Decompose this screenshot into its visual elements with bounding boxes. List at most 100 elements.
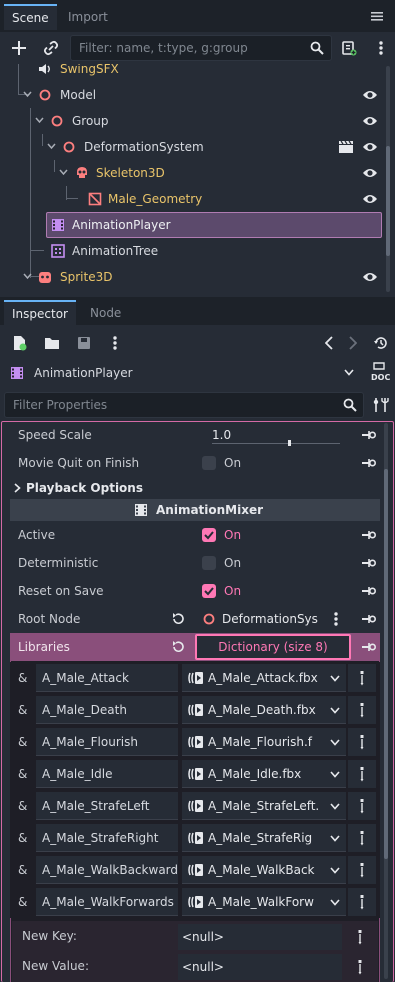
revert-icon[interactable] [171, 640, 185, 654]
chevron-down-icon[interactable] [330, 867, 340, 874]
edit-entry-button[interactable] [348, 824, 376, 852]
tab-import[interactable]: Import [60, 4, 116, 30]
library-key-field[interactable]: A_Male_StrafeLeft [36, 792, 178, 820]
root-node-value[interactable]: DeformationSys [222, 605, 318, 633]
tab-scene[interactable]: Scene [4, 4, 57, 30]
edit-value-button[interactable] [346, 954, 374, 980]
kebab-menu-icon[interactable] [333, 611, 339, 627]
new-resource-icon[interactable] [9, 332, 31, 354]
pin-icon[interactable] [362, 430, 376, 440]
library-value-field[interactable]: A_Male_StrafeLeft. [182, 792, 346, 820]
scene-filter-input[interactable]: Filter: name, t:type, g:group [70, 35, 332, 61]
chevron-down-icon[interactable] [344, 369, 354, 376]
pin-icon[interactable] [362, 530, 376, 540]
save-icon[interactable] [73, 332, 95, 354]
library-key-field[interactable]: A_Male_WalkBackward [36, 856, 178, 884]
library-value-field[interactable]: A_Male_StrafeRig [182, 824, 346, 852]
edit-entry-button[interactable] [348, 696, 376, 724]
tree-node-group[interactable]: Group [0, 108, 384, 134]
edit-entry-button[interactable] [348, 728, 376, 756]
edit-entry-button[interactable] [348, 888, 376, 916]
inspector-scrollbar[interactable] [384, 423, 388, 979]
chevron-down-icon[interactable] [330, 835, 340, 842]
add-node-icon[interactable] [8, 37, 30, 59]
deterministic-checkbox[interactable] [202, 556, 216, 570]
edit-entry-button[interactable] [348, 760, 376, 788]
libraries-dictionary-button[interactable]: Dictionary (size 8) [195, 634, 351, 660]
tree-node-skeleton3d[interactable]: Skeleton3D [0, 160, 384, 186]
new-key-value[interactable]: <null> [178, 924, 342, 950]
visibility-eye-icon[interactable] [362, 271, 378, 283]
history-back-icon[interactable] [318, 332, 340, 354]
pin-icon[interactable] [362, 458, 376, 468]
speed-scale-slider[interactable] [212, 443, 340, 444]
library-value-field[interactable]: A_Male_Idle.fbx [182, 760, 346, 788]
visibility-eye-icon[interactable] [362, 115, 378, 127]
object-selector[interactable]: AnimationPlayer [4, 360, 362, 386]
library-key-field[interactable]: A_Male_Attack [36, 664, 178, 692]
chevron-down-icon[interactable] [330, 739, 340, 746]
tab-node[interactable]: Node [82, 300, 129, 326]
library-key-field[interactable]: A_Male_Flourish [36, 728, 178, 756]
speed-scale-value[interactable]: 1.0 [212, 421, 231, 449]
library-value-field[interactable]: A_Male_Flourish.f [182, 728, 346, 756]
visibility-eye-icon[interactable] [362, 193, 378, 205]
edit-entry-button[interactable] [348, 792, 376, 820]
library-key-field[interactable]: A_Male_StrafeRight [36, 824, 178, 852]
tree-node-model[interactable]: Model [0, 82, 384, 108]
visibility-eye-icon[interactable] [362, 89, 378, 101]
library-key-field[interactable]: A_Male_WalkForwards [36, 888, 178, 916]
tree-node-swingsfx[interactable]: SwingSFX [0, 64, 384, 82]
chevron-down-icon[interactable] [330, 803, 340, 810]
reset-on-save-checkbox[interactable] [202, 584, 216, 598]
property-tools-icon[interactable] [370, 394, 392, 416]
tab-inspector[interactable]: Inspector [4, 300, 76, 326]
inspector-scroll-thumb[interactable] [384, 469, 388, 859]
movie-quit-checkbox[interactable] [202, 456, 216, 470]
pin-icon[interactable] [362, 642, 376, 652]
tree-node-animationplayer[interactable]: AnimationPlayer [46, 212, 382, 238]
playback-options-section[interactable]: Playback Options [10, 477, 380, 499]
library-key-field[interactable]: A_Male_Death [36, 696, 178, 724]
clapperboard-icon[interactable] [338, 140, 354, 154]
pin-icon[interactable] [362, 586, 376, 596]
tree-node-sprite3d[interactable]: Sprite3D [0, 264, 384, 290]
library-key-field[interactable]: A_Male_Idle [36, 760, 178, 788]
filter-properties-input[interactable]: Filter Properties [4, 392, 364, 418]
slider-grabber[interactable] [288, 440, 291, 446]
attach-script-icon[interactable] [338, 37, 360, 59]
library-value-field[interactable]: A_Male_WalkBack [182, 856, 346, 884]
chevron-down-icon[interactable] [35, 117, 44, 124]
tree-node-male-geometry[interactable]: Male_Geometry [0, 186, 384, 212]
chevron-down-icon[interactable] [47, 143, 56, 150]
edit-key-button[interactable] [346, 924, 374, 950]
visibility-eye-icon[interactable] [362, 167, 378, 179]
history-icon[interactable] [370, 332, 392, 354]
active-checkbox[interactable] [202, 528, 216, 542]
scene-scrollbar[interactable] [386, 66, 390, 292]
chevron-down-icon[interactable] [23, 91, 32, 98]
scene-scroll-thumb[interactable] [386, 146, 390, 256]
chevron-down-icon[interactable] [59, 169, 68, 176]
dock-menu-icon[interactable] [366, 5, 388, 27]
library-value-field[interactable]: A_Male_Death.fbx [182, 696, 346, 724]
edit-entry-button[interactable] [348, 664, 376, 692]
doc-button[interactable]: DOC [368, 361, 392, 385]
pin-icon[interactable] [362, 558, 376, 568]
open-folder-icon[interactable] [41, 332, 63, 354]
chevron-down-icon[interactable] [330, 675, 340, 682]
chevron-down-icon[interactable] [23, 273, 32, 280]
history-forward-icon[interactable] [342, 332, 364, 354]
library-value-field[interactable]: A_Male_Attack.fbx [182, 664, 346, 692]
pin-icon[interactable] [362, 614, 376, 624]
chevron-down-icon[interactable] [330, 771, 340, 778]
tree-node-animationtree[interactable]: AnimationTree [0, 238, 384, 264]
kebab-menu-icon[interactable] [370, 37, 392, 59]
new-value-value[interactable]: <null> [178, 954, 342, 980]
instance-link-icon[interactable] [40, 37, 62, 59]
chevron-down-icon[interactable] [330, 899, 340, 906]
library-value-field[interactable]: A_Male_WalkForw [182, 888, 346, 916]
kebab-menu-icon[interactable] [104, 332, 126, 354]
edit-entry-button[interactable] [348, 856, 376, 884]
visibility-eye-icon[interactable] [362, 141, 378, 153]
